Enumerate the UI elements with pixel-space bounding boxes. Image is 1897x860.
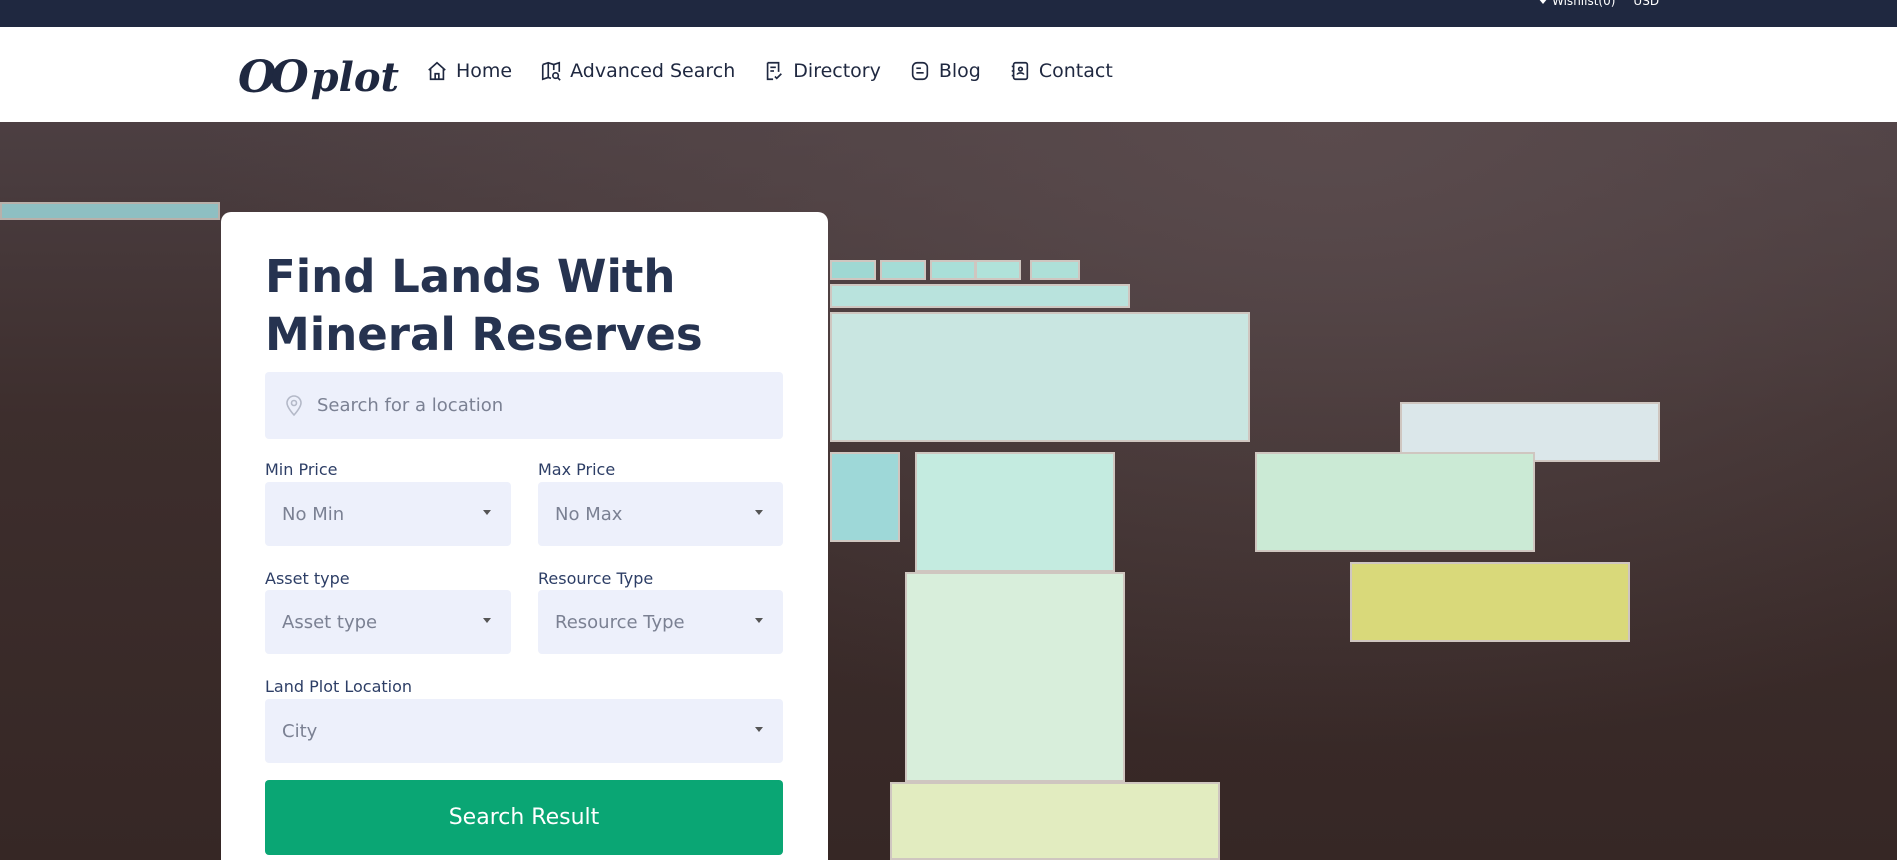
caret-down-icon — [483, 510, 491, 515]
min-price-value: No Min — [282, 503, 345, 525]
location-search-input[interactable] — [317, 395, 757, 416]
min-price-label: Min Price — [265, 460, 338, 479]
hero-pond — [915, 452, 1115, 572]
wishlist-link[interactable]: Wishlist(0) — [1538, 0, 1615, 8]
top-utility-links: Wishlist(0) USD — [1538, 0, 1659, 8]
max-price-label: Max Price — [538, 460, 616, 479]
caret-down-icon — [755, 727, 763, 732]
directory-icon — [767, 61, 783, 81]
hero-pond — [890, 782, 1220, 860]
hero-pond — [930, 260, 976, 280]
nav-contact[interactable]: Contact — [1009, 60, 1113, 82]
site-logo[interactable]: OO plot — [238, 47, 399, 107]
hero-pond — [975, 260, 1021, 280]
search-result-button[interactable]: Search Result — [265, 780, 783, 855]
nav-directory-label: Directory — [793, 60, 881, 82]
search-card-title: Find Lands With Mineral Reserves — [265, 250, 703, 361]
hero-pond — [0, 202, 220, 220]
logo-mark: OO — [238, 51, 309, 103]
max-price-select[interactable]: No Max — [538, 482, 783, 546]
location-search-field[interactable] — [265, 372, 783, 439]
site-header: OO plot Home Advanced Search Directory B… — [0, 27, 1897, 122]
wishlist-label: Wishlist(0) — [1552, 0, 1616, 8]
hero-pond — [1350, 562, 1630, 642]
top-bar: Wishlist(0) USD — [0, 0, 1897, 27]
caret-down-icon — [483, 618, 491, 623]
nav-advanced-search[interactable]: Advanced Search — [540, 60, 735, 82]
resource-type-select[interactable]: Resource Type — [538, 590, 783, 654]
nav-directory[interactable]: Directory — [763, 60, 881, 82]
land-plot-location-label: Land Plot Location — [265, 677, 413, 696]
land-plot-location-value: City — [282, 720, 318, 742]
hero-pond — [830, 452, 900, 542]
contact-icon — [1011, 61, 1029, 81]
logo-word: plot — [310, 53, 399, 101]
nav-blog[interactable]: Blog — [909, 60, 981, 82]
hero-pond — [830, 260, 876, 280]
home-icon — [428, 61, 446, 81]
nav-advanced-search-label: Advanced Search — [570, 60, 736, 82]
map-search-icon — [542, 61, 561, 81]
max-price-value: No Max — [555, 503, 623, 525]
asset-type-value: Asset type — [282, 611, 378, 633]
nav-home[interactable]: Home — [426, 60, 512, 82]
hero-pond — [1255, 452, 1535, 552]
nav-home-label: Home — [456, 60, 513, 82]
caret-down-icon — [755, 618, 763, 623]
caret-down-icon — [1538, 0, 1548, 4]
nav-blog-label: Blog — [938, 60, 981, 82]
hero-pond — [880, 260, 926, 280]
hero-pond — [905, 572, 1125, 782]
asset-type-label: Asset type — [265, 569, 350, 588]
land-plot-location-select[interactable]: City — [265, 699, 783, 763]
hero-pond — [830, 312, 1250, 442]
resource-type-label: Resource Type — [538, 569, 654, 588]
hero-pond — [1030, 260, 1080, 280]
min-price-select[interactable]: No Min — [265, 482, 511, 546]
resource-type-value: Resource Type — [555, 611, 685, 633]
asset-type-select[interactable]: Asset type — [265, 590, 511, 654]
hero-pond — [830, 284, 1130, 308]
blog-icon — [911, 61, 929, 81]
caret-down-icon — [755, 510, 763, 515]
nav-contact-label: Contact — [1038, 60, 1113, 82]
currency-selector[interactable]: USD — [1633, 0, 1659, 8]
main-nav: Home Advanced Search Directory Blog Cont… — [426, 60, 1113, 82]
location-pin-icon — [286, 394, 302, 416]
search-card: Find Lands With Mineral Reserves Min Pri… — [221, 212, 828, 860]
